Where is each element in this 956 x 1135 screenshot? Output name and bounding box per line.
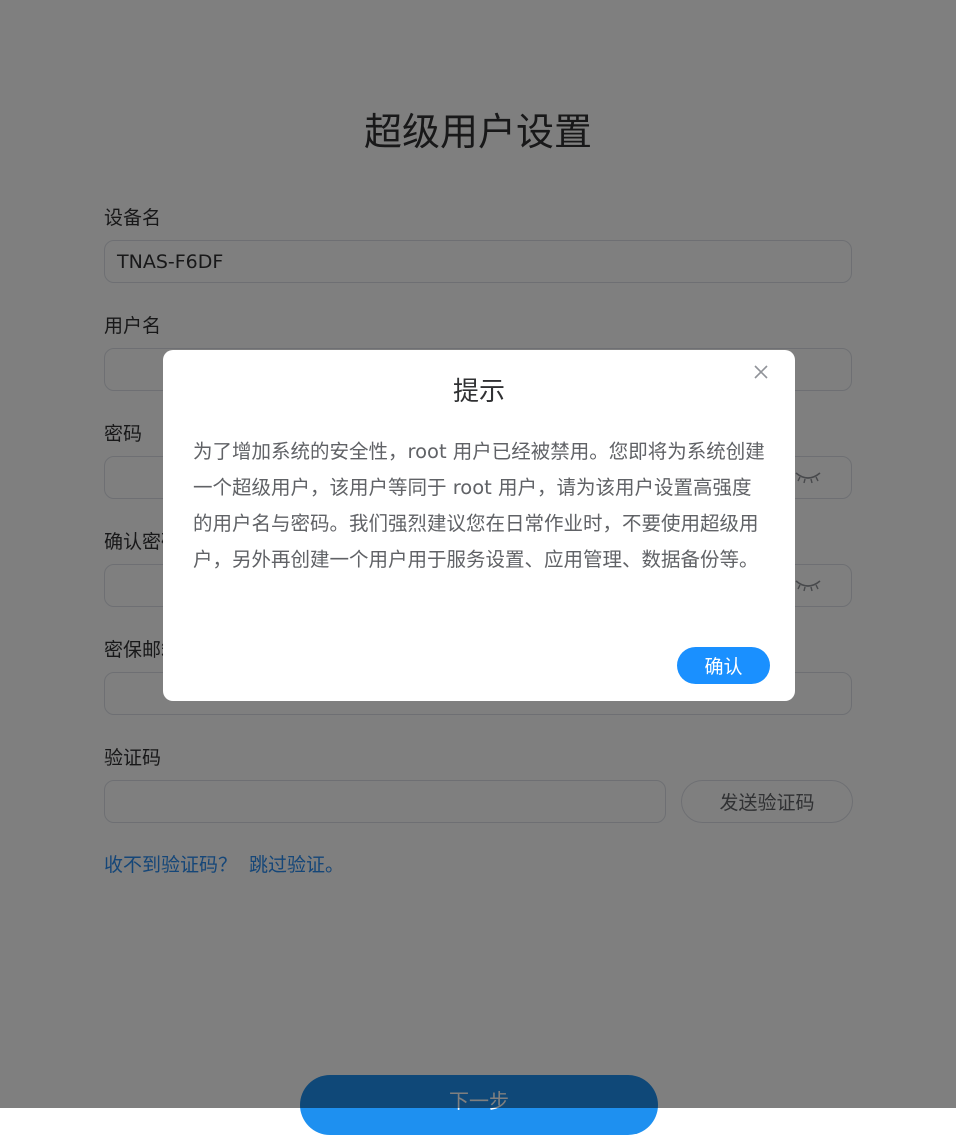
confirm-button[interactable]: 确认 xyxy=(677,647,770,684)
close-icon[interactable] xyxy=(753,364,769,380)
dialog-message: 为了增加系统的安全性，root 用户已经被禁用。您即将为系统创建一个超级用户，该… xyxy=(193,440,765,571)
dialog-title: 提示 xyxy=(452,377,505,407)
notice-dialog: 提示 为了增加系统的安全性，root 用户已经被禁用。您即将为系统创建一个超级用… xyxy=(163,350,795,701)
